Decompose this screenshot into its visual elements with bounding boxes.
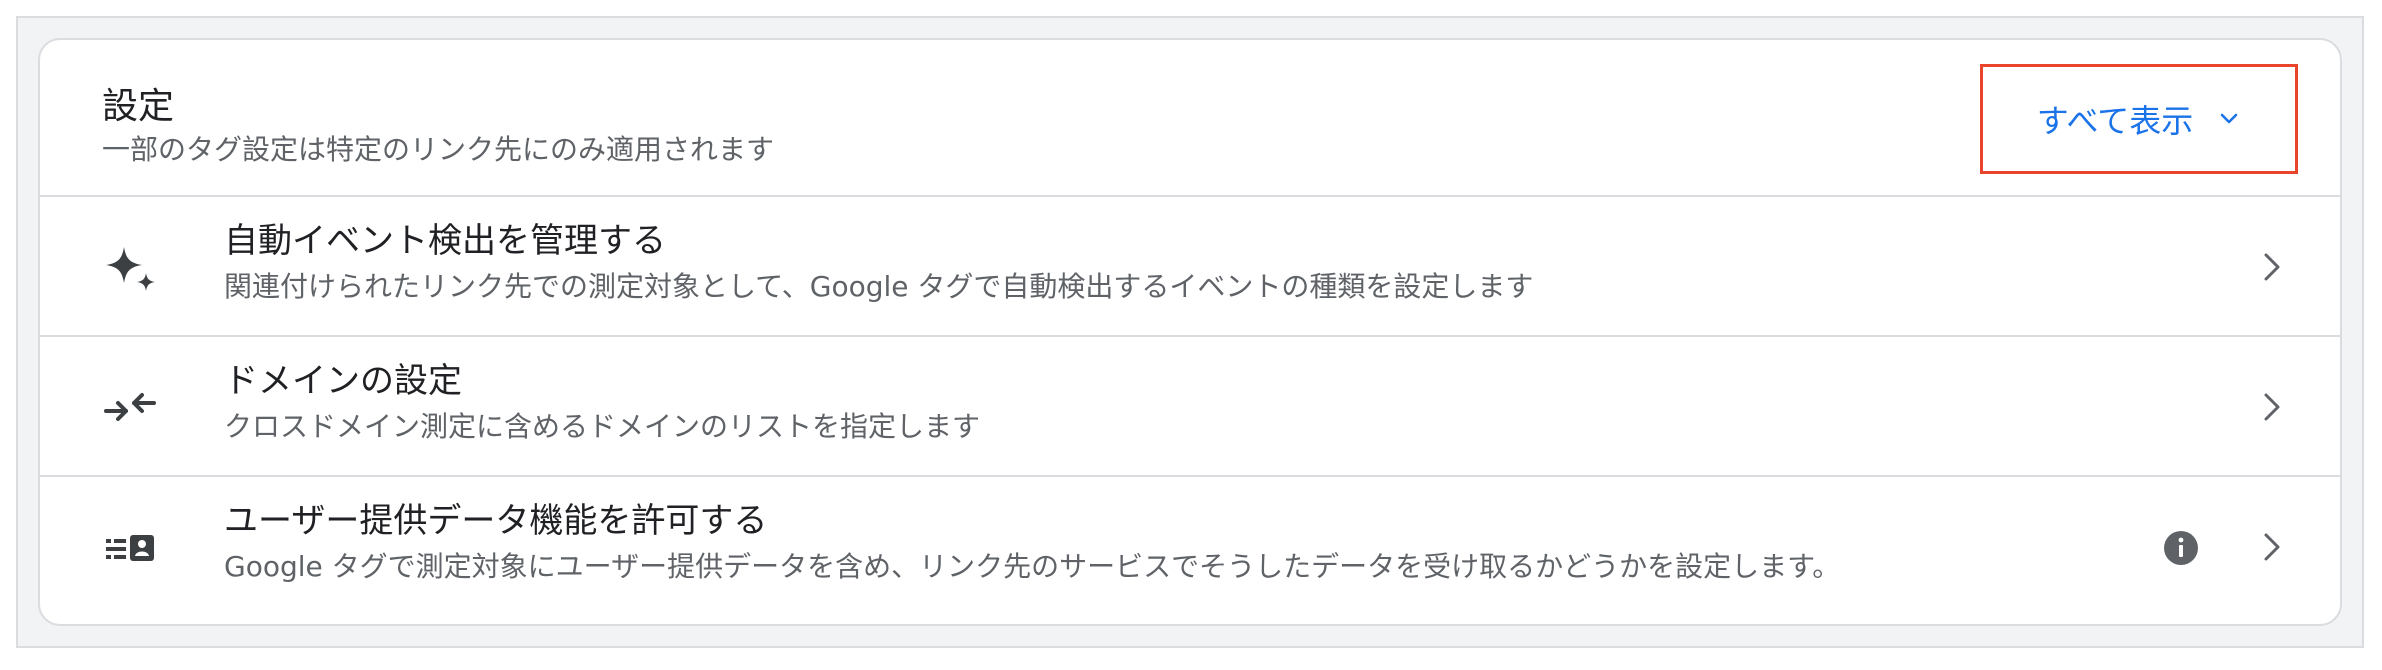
settings-row-user-provided-data[interactable]: ユーザー提供データ機能を許可する Google タグで測定対象にユーザー提供デー… [40,477,2340,617]
row-title: ドメインの設定 [224,361,462,401]
page-title: 設定 [102,86,175,127]
settings-card: 設定 一部のタグ設定は特定のリンク先にのみ適用されます すべて表示 自動イベント… [38,38,2342,626]
row-subtitle: クロスドメイン測定に含めるドメインのリストを指定します [224,410,981,443]
sparkle-icon [102,243,158,293]
page-background: 設定 一部のタグ設定は特定のリンク先にのみ適用されます すべて表示 自動イベント… [16,16,2364,648]
row-subtitle: 関連付けられたリンク先での測定対象として、Google タグで自動検出するイベン… [224,270,1534,303]
page-subtitle: 一部のタグ設定は特定のリンク先にのみ適用されます [102,133,775,166]
arrows-inward-icon [102,383,158,433]
settings-header: 設定 一部のタグ設定は特定のリンク先にのみ適用されます すべて表示 [40,40,2340,197]
show-all-label: すべて表示 [2036,102,2194,140]
user-data-icon [102,523,158,573]
chevron-right-icon [2252,247,2292,287]
row-title: 自動イベント検出を管理する [224,221,666,261]
chevron-down-icon [2217,107,2241,131]
info-icon[interactable] [2162,529,2200,567]
show-all-button[interactable]: すべて表示 [1980,64,2298,174]
chevron-right-icon [2252,387,2292,427]
settings-row-domain-settings[interactable]: ドメインの設定 クロスドメイン測定に含めるドメインのリストを指定します [40,337,2340,477]
settings-row-auto-event-detection[interactable]: 自動イベント検出を管理する 関連付けられたリンク先での測定対象として、Googl… [40,197,2340,337]
row-subtitle: Google タグで測定対象にユーザー提供データを含め、リンク先のサービスでそう… [224,550,1841,583]
chevron-right-icon [2252,527,2292,567]
row-title: ユーザー提供データ機能を許可する [224,501,768,541]
